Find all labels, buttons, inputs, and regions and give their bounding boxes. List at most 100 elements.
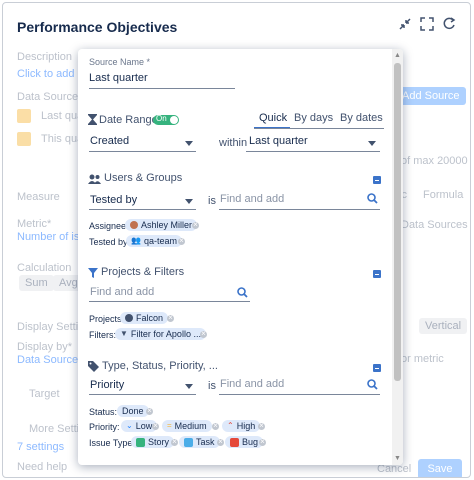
- type-status-collapse-icon[interactable]: [373, 364, 381, 372]
- priority-high-remove-icon[interactable]: [258, 421, 265, 430]
- fullscreen-icon[interactable]: [420, 17, 434, 31]
- panel-scrollbar[interactable]: ▲ ▼: [392, 49, 403, 465]
- status-chip[interactable]: Done: [117, 405, 149, 417]
- issue-type-bug-label: Bug: [242, 437, 259, 447]
- projects-search-input[interactable]: Find and add: [90, 286, 154, 298]
- tested-by-chip[interactable]: 👥 qa-team: [126, 235, 182, 247]
- source-name-underline: [89, 88, 235, 89]
- of-max-text: of max 20000: [401, 155, 468, 167]
- scroll-thumb[interactable]: [394, 63, 401, 381]
- issue-type-story-remove-icon[interactable]: [171, 437, 178, 446]
- date-field-underline: [89, 151, 196, 152]
- priority-low-label: Low: [135, 421, 153, 431]
- users-groups-collapse-icon[interactable]: [373, 176, 381, 184]
- users-groups-title: Users & Groups: [104, 172, 183, 184]
- group-icon: 👥: [131, 236, 141, 245]
- header-icons: [398, 17, 456, 31]
- priority-medium-icon: =: [167, 421, 172, 430]
- refresh-icon[interactable]: [442, 17, 456, 31]
- filter-chip-icon: ▼: [120, 329, 128, 338]
- source-name-input[interactable]: Last quarter: [89, 72, 148, 84]
- type-field-select[interactable]: Priority: [90, 379, 124, 391]
- assignee-chip-label: Ashley Miller: [141, 220, 193, 230]
- type-search-input[interactable]: Find and add: [220, 378, 284, 390]
- display-by-label: Display by*: [17, 341, 73, 353]
- date-field-select[interactable]: Created: [90, 135, 129, 147]
- issue-type-chip-story[interactable]: Story: [131, 436, 175, 448]
- projects-search-icon[interactable]: [237, 287, 248, 301]
- tab-quick[interactable]: Quick: [259, 112, 287, 124]
- assignee-remove-icon[interactable]: [192, 220, 199, 229]
- project-remove-icon[interactable]: [167, 313, 174, 322]
- priority-chip-medium[interactable]: = Medium: [162, 420, 212, 432]
- source-b-label[interactable]: This qua: [41, 133, 83, 145]
- source-a-label[interactable]: Last qua: [41, 110, 83, 122]
- period-select[interactable]: Last quarter: [249, 135, 308, 147]
- data-sources-link[interactable]: Data Source/s: [17, 354, 87, 366]
- issue-type-chip-bug[interactable]: Bug: [225, 436, 264, 448]
- status-remove-icon[interactable]: [146, 406, 153, 415]
- users-is-label: is: [208, 195, 216, 207]
- priority-medium-label: Medium: [174, 421, 207, 431]
- filter-icon: [88, 267, 98, 281]
- data-sources-right: Data Sources: [401, 219, 468, 231]
- priority-chip-high[interactable]: ⌃ High: [222, 420, 261, 432]
- add-source-button[interactable]: Add Source: [396, 87, 466, 105]
- projects-filters-title: Projects & Filters: [101, 266, 185, 278]
- type-field-chevron-down-icon[interactable]: [185, 384, 193, 389]
- scroll-up-icon[interactable]: ▲: [394, 52, 401, 59]
- filter-chip-label: Filter for Apollo ...: [130, 329, 201, 339]
- settings-count-link[interactable]: 7 settings: [17, 441, 64, 453]
- projects-filters-collapse-icon[interactable]: [373, 270, 381, 278]
- users-search-input[interactable]: Find and add: [220, 193, 284, 205]
- click-to-add-link[interactable]: Click to add d: [17, 68, 84, 80]
- source-a-icon: [17, 109, 31, 123]
- users-field-chevron-down-icon[interactable]: [185, 199, 193, 204]
- source-name-label: Source Name *: [89, 57, 151, 67]
- users-search-underline: [219, 209, 380, 210]
- or-metric-text: or metric: [401, 353, 444, 365]
- scroll-down-icon[interactable]: ▼: [394, 455, 401, 462]
- assignee-chip[interactable]: Ashley Miller: [125, 219, 198, 231]
- users-search-icon[interactable]: [367, 193, 378, 207]
- metric-label: Metric*: [17, 218, 52, 230]
- tab-by-dates[interactable]: By dates: [340, 112, 383, 124]
- project-icon: [125, 314, 133, 322]
- task-icon: [184, 437, 193, 447]
- sum-button[interactable]: Sum: [19, 275, 54, 291]
- description-label: Description: [17, 51, 73, 63]
- tested-by-remove-icon[interactable]: [178, 236, 185, 245]
- type-status-title: Type, Status, Priority, ...: [102, 360, 218, 372]
- assignee-label: Assignee:: [89, 221, 129, 231]
- save-button[interactable]: Save: [418, 459, 462, 477]
- priority-low-remove-icon[interactable]: [152, 421, 159, 430]
- date-field-chevron-down-icon[interactable]: [185, 141, 193, 146]
- vertical-button[interactable]: Vertical: [419, 318, 468, 334]
- toggle-knob: [170, 116, 178, 124]
- priority-high-label: High: [236, 421, 256, 431]
- priority-high-icon: ⌃: [227, 421, 234, 430]
- toggle-on-text: On: [156, 114, 167, 123]
- story-icon: [136, 437, 145, 447]
- tab-by-days[interactable]: By days: [294, 112, 333, 124]
- period-underline: [246, 151, 380, 152]
- type-field-underline: [89, 394, 196, 395]
- within-label: within: [219, 137, 248, 149]
- users-field-select[interactable]: Tested by: [90, 194, 137, 206]
- type-search-icon[interactable]: [367, 379, 378, 393]
- need-help-link[interactable]: Need help: [17, 461, 67, 473]
- filter-remove-icon[interactable]: [200, 329, 207, 338]
- priority-medium-remove-icon[interactable]: [212, 421, 219, 430]
- status-label: Status:: [89, 407, 118, 417]
- project-chip[interactable]: Falcon: [120, 312, 169, 324]
- filter-chip[interactable]: ▼ Filter for Apollo ...: [115, 328, 206, 340]
- issue-type-bug-remove-icon[interactable]: [259, 437, 266, 446]
- period-chevron-down-icon[interactable]: [368, 141, 376, 146]
- issue-type-chip-task[interactable]: Task: [179, 436, 220, 448]
- date-range-toggle[interactable]: On: [153, 114, 179, 125]
- issue-type-task-remove-icon[interactable]: [217, 437, 224, 446]
- status-chip-label: Done: [122, 406, 144, 416]
- issue-type-label: Issue Type:: [89, 438, 135, 448]
- formula-tab[interactable]: Formula: [423, 189, 463, 201]
- collapse-icon[interactable]: [398, 17, 412, 31]
